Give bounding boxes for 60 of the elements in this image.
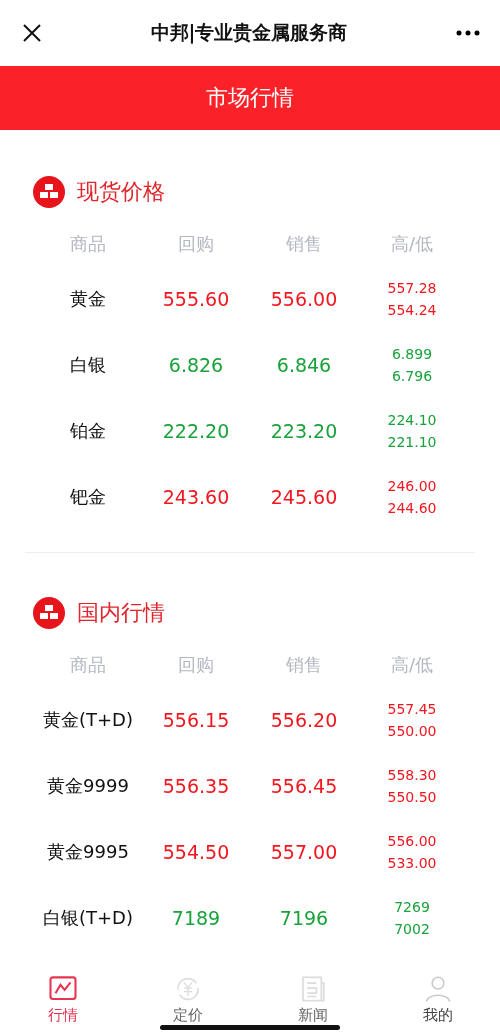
high-price: 558.30 <box>387 767 437 783</box>
close-icon[interactable] <box>22 23 42 43</box>
banner-title: 市场行情 <box>206 84 294 112</box>
low-price: 550.00 <box>387 723 437 739</box>
sell-price: 557.00 <box>269 840 339 865</box>
section-title: 国内行情 <box>77 599 165 627</box>
buy-price: 555.60 <box>161 287 231 312</box>
high-price: 557.45 <box>387 701 437 717</box>
buy-price: 556.35 <box>161 774 231 799</box>
sell-price: 223.20 <box>269 419 339 444</box>
commodity-name: 黄金(T+D) <box>42 708 134 732</box>
low-price: 6.796 <box>391 368 433 384</box>
column-header: 商品 <box>69 653 107 677</box>
low-price: 7002 <box>394 921 430 937</box>
buy-price: 554.50 <box>161 840 231 865</box>
commodity-name: 黄金 <box>69 287 107 311</box>
high-price: 224.10 <box>387 412 437 428</box>
column-header: 销售 <box>285 232 323 256</box>
ingots-icon <box>33 597 65 629</box>
buy-price: 243.60 <box>161 485 231 510</box>
sell-price: 556.20 <box>269 708 339 733</box>
tab[interactable]: 我的 <box>375 964 500 1032</box>
commodity-name: 白银(T+D) <box>42 906 134 930</box>
buy-price: 222.20 <box>161 419 231 444</box>
buy-price: 556.15 <box>161 708 231 733</box>
column-header: 回购 <box>177 653 215 677</box>
tab[interactable]: 行情 <box>0 964 125 1032</box>
buy-price: 7189 <box>170 906 222 931</box>
sell-price: 6.846 <box>275 353 333 378</box>
commodity-name: 铂金 <box>69 419 107 443</box>
column-header: 高/低 <box>389 653 435 677</box>
page-title: 中邦|专业贵金属服务商 <box>150 20 348 46</box>
tab[interactable]: 新闻 <box>250 964 375 1032</box>
column-header: 销售 <box>285 653 323 677</box>
section-title: 现货价格 <box>77 178 165 206</box>
commodity-name: 黄金9995 <box>46 840 130 864</box>
sell-price: 556.00 <box>269 287 339 312</box>
column-header: 回购 <box>177 232 215 256</box>
ingots-icon <box>33 176 65 208</box>
column-header: 高/低 <box>389 232 435 256</box>
buy-price: 6.826 <box>167 353 225 378</box>
more-icon[interactable] <box>456 30 480 36</box>
high-price: 246.00 <box>387 478 437 494</box>
sell-price: 245.60 <box>269 485 339 510</box>
high-price: 6.899 <box>391 346 433 362</box>
low-price: 244.60 <box>387 500 437 516</box>
high-price: 557.28 <box>387 280 437 296</box>
sell-price: 7196 <box>278 906 330 931</box>
low-price: 533.00 <box>387 855 437 871</box>
tab[interactable]: 定价 <box>125 964 250 1032</box>
commodity-name: 黄金9999 <box>46 774 130 798</box>
commodity-name: 白银 <box>69 353 107 377</box>
column-header: 商品 <box>69 232 107 256</box>
high-price: 556.00 <box>387 833 437 849</box>
low-price: 554.24 <box>387 302 437 318</box>
low-price: 550.50 <box>387 789 437 805</box>
sell-price: 556.45 <box>269 774 339 799</box>
low-price: 221.10 <box>387 434 437 450</box>
commodity-name: 钯金 <box>69 485 107 509</box>
high-price: 7269 <box>394 899 430 915</box>
